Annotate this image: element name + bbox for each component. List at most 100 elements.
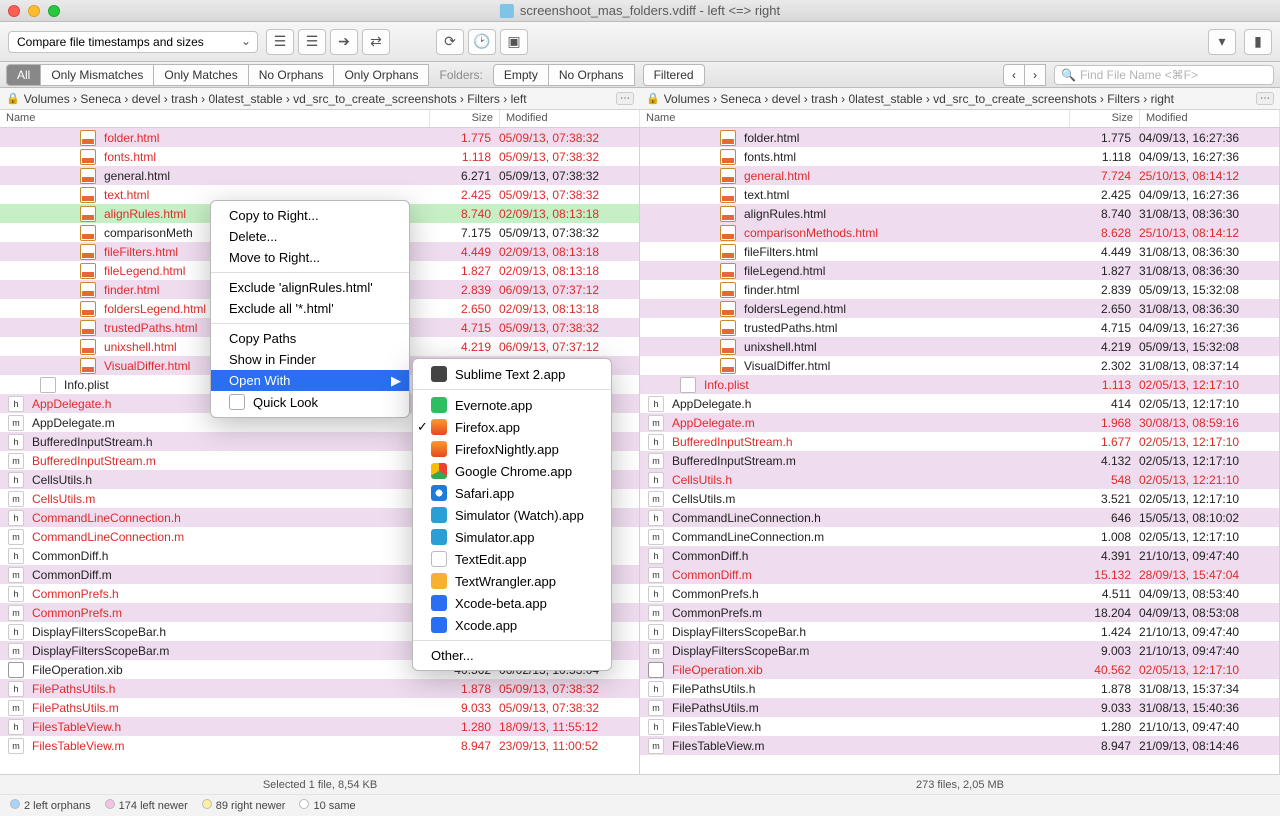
table-row[interactable]: fileFilters.html4.44931/08/13, 08:36:30: [640, 242, 1279, 261]
app-xcode[interactable]: Xcode.app: [413, 614, 611, 636]
table-row[interactable]: alignRules.html8.74031/08/13, 08:36:30: [640, 204, 1279, 223]
filter-only-orphans[interactable]: Only Orphans: [333, 64, 429, 86]
col-size-right[interactable]: Size: [1070, 110, 1140, 127]
table-row[interactable]: FilePathsUtils.h1.87831/08/13, 15:37:34: [640, 679, 1279, 698]
app-firefox-nightly[interactable]: FirefoxNightly.app: [413, 438, 611, 460]
folders-empty[interactable]: Empty: [493, 64, 549, 86]
col-name-right[interactable]: Name: [640, 110, 1070, 127]
table-row[interactable]: CommonPrefs.m18.20404/09/13, 08:53:08: [640, 603, 1279, 622]
ctx-open-with[interactable]: Open With ▶: [211, 370, 409, 391]
table-row[interactable]: FilesTableView.m8.94721/09/13, 08:14:46: [640, 736, 1279, 755]
col-name-left[interactable]: Name: [0, 110, 430, 127]
app-firefox[interactable]: ✓Firefox.app: [413, 416, 611, 438]
breadcrumb-left[interactable]: 🔒 Volumes › Seneca › devel › trash › 0la…: [0, 88, 640, 109]
table-row[interactable]: CellsUtils.h54802/05/13, 12:21:10: [640, 470, 1279, 489]
ctx-delete[interactable]: Delete...: [211, 226, 409, 247]
folders-no-orphans[interactable]: No Orphans: [548, 64, 635, 86]
col-modified-left[interactable]: Modified: [500, 110, 640, 127]
table-row[interactable]: AppDelegate.m1.96830/08/13, 08:59:16: [640, 413, 1279, 432]
table-row[interactable]: FileOperation.xib40.56202/05/13, 12:17:1…: [640, 660, 1279, 679]
sync-both-button[interactable]: ⇄: [362, 29, 390, 55]
app-chrome[interactable]: Google Chrome.app: [413, 460, 611, 482]
table-row[interactable]: general.html6.27105/09/13, 07:38:32: [0, 166, 639, 185]
filter-funnel-button[interactable]: ▾: [1208, 29, 1236, 55]
table-row[interactable]: FilesTableView.h1.28021/10/13, 09:47:40: [640, 717, 1279, 736]
app-sim-watch[interactable]: Simulator (Watch).app: [413, 504, 611, 526]
table-row[interactable]: general.html7.72425/10/13, 08:14:12: [640, 166, 1279, 185]
filter-no-orphans[interactable]: No Orphans: [248, 64, 335, 86]
expand-all-button[interactable]: ☰: [266, 29, 294, 55]
table-row[interactable]: trustedPaths.html4.71504/09/13, 16:27:36: [640, 318, 1279, 337]
table-row[interactable]: fileLegend.html1.82731/08/13, 08:36:30: [640, 261, 1279, 280]
table-row[interactable]: folder.html1.77504/09/13, 16:27:36: [640, 128, 1279, 147]
table-row[interactable]: FilePathsUtils.m9.03305/09/13, 07:38:32: [0, 698, 639, 717]
close-window-button[interactable]: [8, 5, 20, 17]
table-row[interactable]: fonts.html1.11804/09/13, 16:27:36: [640, 147, 1279, 166]
table-row[interactable]: FilesTableView.m8.94723/09/13, 11:00:52: [0, 736, 639, 755]
app-evernote[interactable]: Evernote.app: [413, 394, 611, 416]
ctx-copy-paths[interactable]: Copy Paths: [211, 328, 409, 349]
zoom-window-button[interactable]: [48, 5, 60, 17]
table-row[interactable]: CellsUtils.m3.52102/05/13, 12:17:10: [640, 489, 1279, 508]
table-row[interactable]: VisualDiffer.html2.30231/08/13, 08:37:14: [640, 356, 1279, 375]
sync-right-button[interactable]: ➔: [330, 29, 358, 55]
filter-all[interactable]: All: [6, 64, 41, 86]
table-row[interactable]: CommandLineConnection.h64615/05/13, 08:1…: [640, 508, 1279, 527]
table-row[interactable]: AppDelegate.h41402/05/13, 12:17:10: [640, 394, 1279, 413]
app-textedit[interactable]: TextEdit.app: [413, 548, 611, 570]
app-textwrangler[interactable]: TextWrangler.app: [413, 570, 611, 592]
sidebar-toggle-button[interactable]: ▮: [1244, 29, 1272, 55]
table-row[interactable]: Info.plist1.11302/05/13, 12:17:10: [640, 375, 1279, 394]
history-button[interactable]: 🕑: [468, 29, 496, 55]
filter-filtered[interactable]: Filtered: [643, 64, 705, 86]
crumb-overflow-right[interactable]: ⋯: [1256, 92, 1274, 105]
table-row[interactable]: CommandLineConnection.m1.00802/05/13, 12…: [640, 527, 1279, 546]
file-modified: 21/10/13, 09:47:40: [1135, 720, 1275, 734]
ctx-copy-right[interactable]: Copy to Right...: [211, 205, 409, 226]
table-row[interactable]: finder.html2.83905/09/13, 15:32:08: [640, 280, 1279, 299]
table-row[interactable]: CommonPrefs.h4.51104/09/13, 08:53:40: [640, 584, 1279, 603]
filter-only-matches[interactable]: Only Matches: [153, 64, 248, 86]
refresh-button[interactable]: ⟳: [436, 29, 464, 55]
table-row[interactable]: BufferedInputStream.m4.13202/05/13, 12:1…: [640, 451, 1279, 470]
col-size-left[interactable]: Size: [430, 110, 500, 127]
filter-only-mismatches[interactable]: Only Mismatches: [40, 64, 154, 86]
table-row[interactable]: comparisonMethods.html8.62825/10/13, 08:…: [640, 223, 1279, 242]
table-row[interactable]: text.html2.42504/09/13, 16:27:36: [640, 185, 1279, 204]
search-input[interactable]: 🔍 Find File Name <⌘F>: [1054, 65, 1274, 85]
breadcrumb-right[interactable]: 🔒 Volumes › Seneca › devel › trash › 0la…: [640, 88, 1280, 109]
collapse-all-button[interactable]: ☰: [298, 29, 326, 55]
table-row[interactable]: BufferedInputStream.h1.67702/05/13, 12:1…: [640, 432, 1279, 451]
app-xcode-beta[interactable]: Xcode-beta.app: [413, 592, 611, 614]
right-pane[interactable]: folder.html1.77504/09/13, 16:27:36fonts.…: [640, 128, 1280, 774]
file-modified: 21/09/13, 08:14:46: [1135, 739, 1275, 753]
table-row[interactable]: FilePathsUtils.h1.87805/09/13, 07:38:32: [0, 679, 639, 698]
table-row[interactable]: fonts.html1.11805/09/13, 07:38:32: [0, 147, 639, 166]
ctx-show-finder[interactable]: Show in Finder: [211, 349, 409, 370]
nav-next-button[interactable]: ›: [1024, 64, 1046, 86]
minimize-window-button[interactable]: [28, 5, 40, 17]
col-modified-right[interactable]: Modified: [1140, 110, 1280, 127]
nav-prev-button[interactable]: ‹: [1003, 64, 1025, 86]
table-row[interactable]: DisplayFiltersScopeBar.m9.00321/10/13, 0…: [640, 641, 1279, 660]
table-row[interactable]: CommonDiff.h4.39121/10/13, 09:47:40: [640, 546, 1279, 565]
save-session-button[interactable]: ▣: [500, 29, 528, 55]
crumb-overflow-left[interactable]: ⋯: [616, 92, 634, 105]
ctx-quick-look[interactable]: Quick Look: [211, 391, 409, 413]
table-row[interactable]: FilePathsUtils.m9.03331/08/13, 15:40:36: [640, 698, 1279, 717]
app-sim[interactable]: Simulator.app: [413, 526, 611, 548]
app-other[interactable]: Other...: [413, 645, 611, 666]
table-row[interactable]: DisplayFiltersScopeBar.h1.42421/10/13, 0…: [640, 622, 1279, 641]
compare-mode-select[interactable]: Compare file timestamps and sizes: [8, 31, 258, 53]
ctx-exclude-file[interactable]: Exclude 'alignRules.html': [211, 277, 409, 298]
table-row[interactable]: foldersLegend.html2.65031/08/13, 08:36:3…: [640, 299, 1279, 318]
table-row[interactable]: unixshell.html4.21905/09/13, 15:32:08: [640, 337, 1279, 356]
ctx-exclude-ext[interactable]: Exclude all '*.html': [211, 298, 409, 319]
app-sublime[interactable]: Sublime Text 2.app: [413, 363, 611, 385]
ctx-move-right[interactable]: Move to Right...: [211, 247, 409, 268]
table-row[interactable]: FilesTableView.h1.28018/09/13, 11:55:12: [0, 717, 639, 736]
app-safari[interactable]: Safari.app: [413, 482, 611, 504]
table-row[interactable]: folder.html1.77505/09/13, 07:38:32: [0, 128, 639, 147]
table-row[interactable]: CommonDiff.m15.13228/09/13, 15:47:04: [640, 565, 1279, 584]
file-icon: [648, 453, 664, 469]
